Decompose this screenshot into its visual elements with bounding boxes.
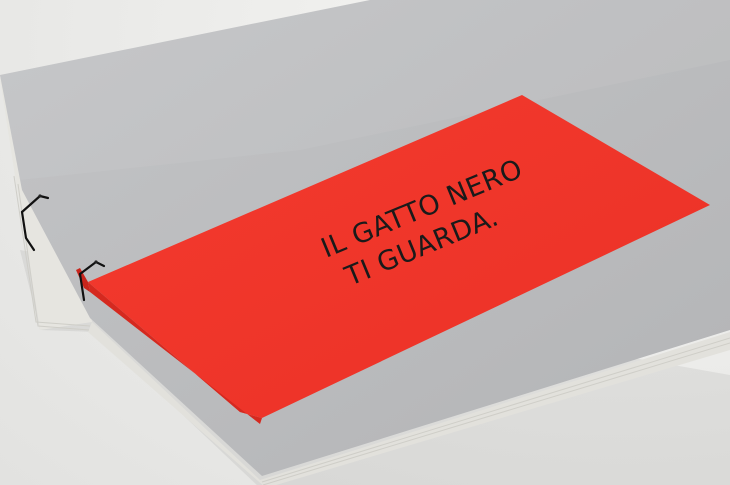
notebook-illustration: IL GATTO NERO TI GUARDA.	[0, 0, 730, 485]
photo-scene: IL GATTO NERO TI GUARDA.	[0, 0, 730, 485]
